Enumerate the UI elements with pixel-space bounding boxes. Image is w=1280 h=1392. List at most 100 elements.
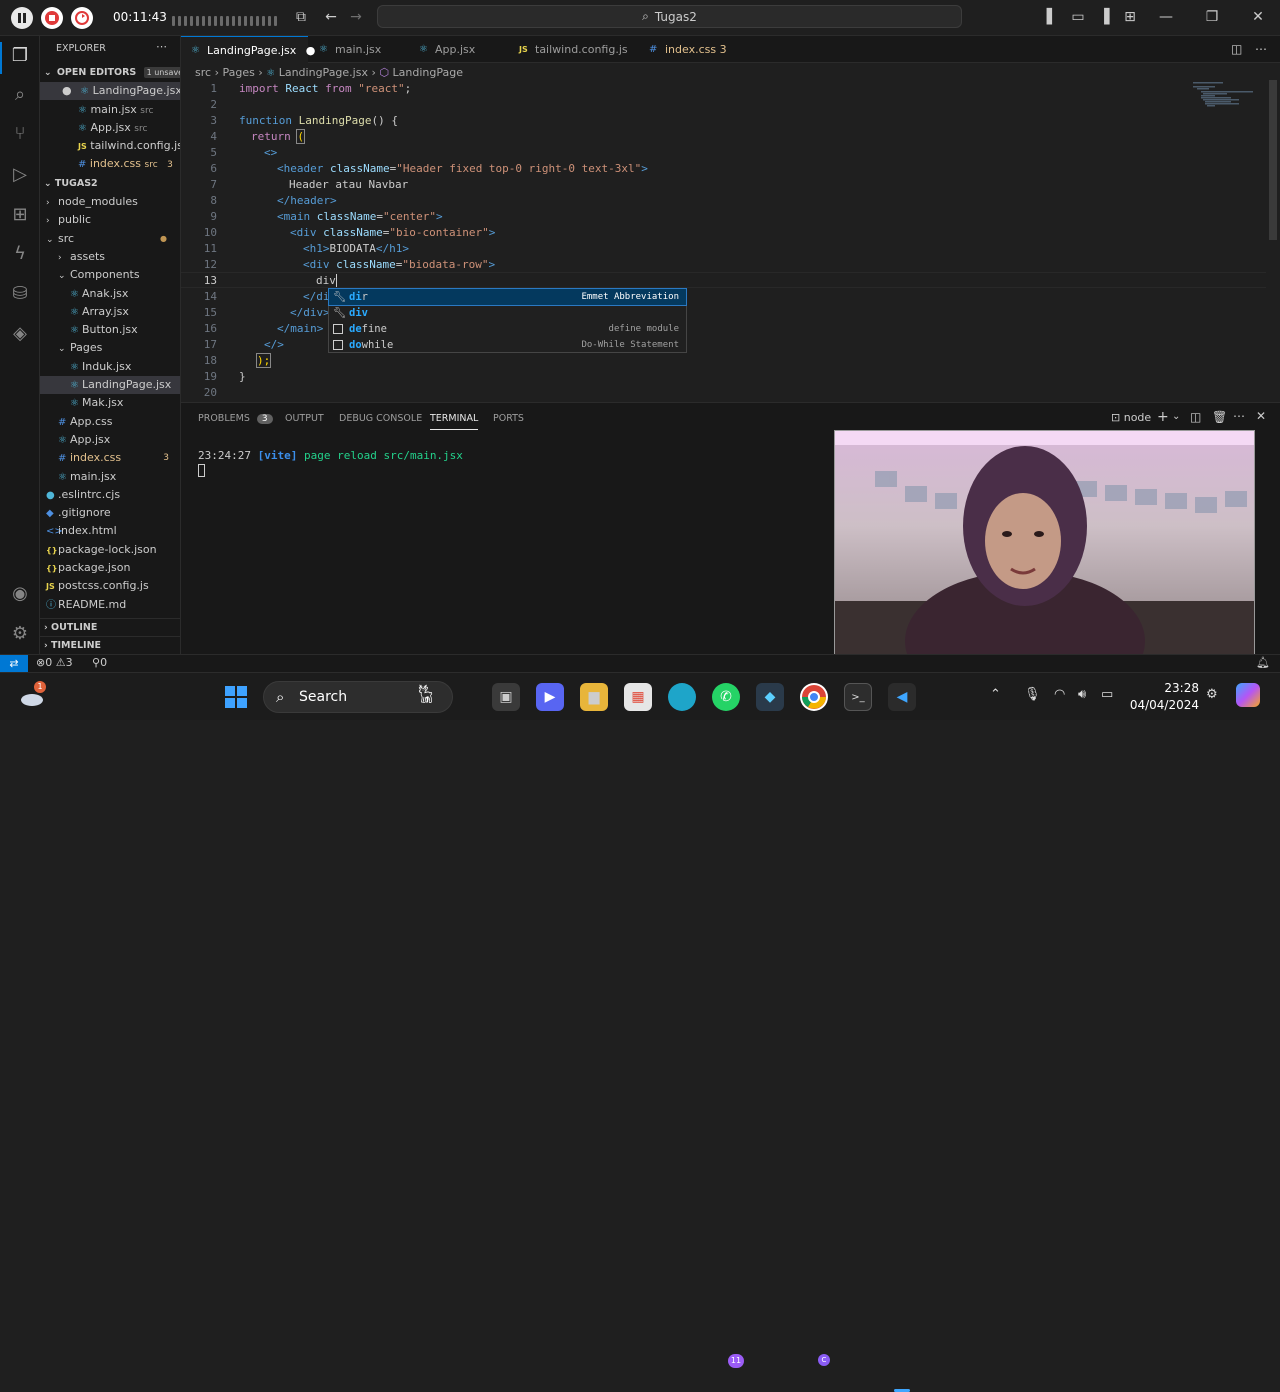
open-editor-item[interactable]: # index.css src 3 bbox=[40, 155, 180, 173]
bolt-icon[interactable]: ϟ bbox=[8, 242, 32, 266]
customize-layout-icon[interactable]: ⊞ bbox=[1121, 9, 1139, 25]
open-editor-item[interactable]: JS tailwind.config.js bbox=[40, 137, 180, 155]
project-header[interactable]: ⌄ TUGAS2 bbox=[40, 175, 180, 193]
back-arrow-icon[interactable]: ← bbox=[322, 9, 340, 25]
more-actions-icon[interactable]: ⋯ bbox=[1255, 42, 1267, 56]
tab-ports[interactable]: PORTS bbox=[493, 413, 524, 424]
breadcrumb-item[interactable]: src bbox=[195, 66, 211, 79]
meet-app-icon[interactable]: ▶ bbox=[536, 683, 564, 711]
tree-item[interactable]: › node_modules bbox=[40, 193, 180, 211]
minimize-icon[interactable]: — bbox=[1157, 9, 1175, 25]
tab-app[interactable]: ⚛ App.jsx bbox=[409, 36, 509, 63]
tab-index-css[interactable]: # index.css 3 bbox=[639, 36, 739, 63]
tab-output[interactable]: OUTPUT bbox=[285, 413, 324, 424]
tree-item[interactable]: ⚛ App.jsx bbox=[40, 431, 180, 449]
terminal-app-icon[interactable]: ◆ bbox=[756, 683, 784, 711]
clock-date[interactable]: 04/04/2024 bbox=[1120, 698, 1199, 712]
microphone-icon[interactable]: 🎙︎ bbox=[1024, 687, 1041, 702]
tree-item[interactable]: <>index.html bbox=[40, 522, 180, 540]
wifi-icon[interactable]: ◠ bbox=[1054, 687, 1065, 702]
chrome-browser-icon[interactable] bbox=[800, 683, 828, 711]
vscode-icon[interactable]: ◀ bbox=[888, 683, 916, 711]
ports-status[interactable]: ⚲0 bbox=[92, 656, 107, 669]
close-panel-icon[interactable]: ✕ bbox=[1256, 409, 1266, 423]
close-icon[interactable]: ✕ bbox=[1249, 9, 1267, 25]
clock-time[interactable]: 23:28 bbox=[1135, 681, 1199, 695]
notifications-bell-icon[interactable]: 🔔︎ bbox=[1256, 656, 1270, 669]
taskbar-search[interactable]: ⌕ Search 🦌︎ bbox=[263, 681, 453, 713]
layers-icon[interactable]: ◈ bbox=[8, 322, 32, 346]
tree-item[interactable]: › assets bbox=[40, 248, 180, 266]
tree-item[interactable]: ● .eslintrc.cjs bbox=[40, 486, 180, 504]
pause-recording-button[interactable] bbox=[11, 7, 33, 29]
forward-arrow-icon[interactable]: → bbox=[347, 9, 365, 25]
split-editor-icon[interactable]: ◫ bbox=[1231, 42, 1242, 56]
more-actions-icon[interactable]: ⋯ bbox=[156, 40, 167, 53]
settings-gear-icon[interactable]: ⚙ bbox=[8, 622, 32, 646]
toggle-panel-icon[interactable]: ▭ bbox=[1069, 9, 1087, 25]
explorer-icon[interactable]: ❐ bbox=[8, 44, 32, 68]
file-explorer-icon[interactable]: ▆ bbox=[580, 683, 608, 711]
more-actions-icon[interactable]: ⋯ bbox=[1233, 409, 1245, 423]
minimap[interactable] bbox=[1193, 80, 1263, 120]
run-debug-icon[interactable]: ▷ bbox=[8, 163, 32, 187]
suggestion-item[interactable]: 🔧︎ div bbox=[329, 305, 686, 321]
tab-landingpage[interactable]: ⚛ LandingPage.jsx ● bbox=[181, 36, 315, 63]
source-control-icon[interactable]: ⑂ bbox=[8, 122, 32, 146]
tree-item[interactable]: ⚛ Induk.jsx bbox=[40, 358, 180, 376]
volume-icon[interactable]: 🔊︎ bbox=[1078, 687, 1086, 702]
tab-main[interactable]: ⚛ main.jsx bbox=[309, 36, 409, 63]
tree-item[interactable]: ◆ .gitignore bbox=[40, 504, 180, 522]
toggle-secondary-sidebar-icon[interactable]: ▐ bbox=[1095, 9, 1113, 25]
breadcrumb-item[interactable]: LandingPage bbox=[393, 66, 463, 79]
tree-item[interactable]: ⌄ src ● bbox=[40, 230, 180, 248]
restart-recording-button[interactable] bbox=[71, 7, 93, 29]
open-editor-item[interactable]: ⚛ App.jsx src bbox=[40, 119, 180, 137]
terminal-output[interactable]: 23:24:27 [vite] page reload src/main.jsx bbox=[198, 449, 463, 462]
windows-start-icon[interactable] bbox=[222, 683, 250, 711]
tree-item[interactable]: ⓘ README.md bbox=[40, 596, 180, 614]
tree-item[interactable]: {}package-lock.json bbox=[40, 541, 180, 559]
whatsapp-icon[interactable]: ✆ bbox=[712, 683, 740, 711]
tree-item[interactable]: › public bbox=[40, 211, 180, 229]
restore-icon[interactable]: ❐ bbox=[1203, 9, 1221, 25]
store-icon[interactable]: ▦ bbox=[624, 683, 652, 711]
tree-item[interactable]: ⚛ LandingPage.jsx bbox=[40, 376, 180, 394]
stop-recording-button[interactable] bbox=[41, 7, 63, 29]
suggestion-item[interactable]: define define module bbox=[329, 321, 686, 337]
tab-terminal[interactable]: TERMINAL bbox=[430, 413, 479, 430]
suggestion-item[interactable]: 🔧︎ dir Emmet Abbreviation bbox=[328, 288, 687, 306]
tree-item[interactable]: ⚛ Button.jsx bbox=[40, 321, 180, 339]
tree-item[interactable]: ⚛ Array.jsx bbox=[40, 303, 180, 321]
trash-icon[interactable]: 🗑︎ bbox=[1212, 410, 1227, 424]
tab-tailwind-config[interactable]: JS tailwind.config.js bbox=[509, 36, 637, 63]
webcam-toggle-icon[interactable]: ⧉ bbox=[292, 9, 310, 25]
account-icon[interactable]: ◉ bbox=[8, 582, 32, 606]
tree-item[interactable]: # App.css bbox=[40, 413, 180, 431]
breadcrumb-item[interactable]: LandingPage.jsx bbox=[279, 66, 368, 79]
suggestion-item[interactable]: dowhile Do-While Statement bbox=[329, 337, 686, 353]
tree-item[interactable]: JS postcss.config.js bbox=[40, 577, 180, 595]
outline-header[interactable]: › OUTLINE bbox=[40, 618, 180, 636]
tab-debug-console[interactable]: DEBUG CONSOLE bbox=[339, 413, 422, 424]
command-center[interactable]: ⌕ Tugas2 bbox=[377, 5, 962, 28]
breadcrumb-item[interactable]: Pages bbox=[222, 66, 254, 79]
show-hidden-icons-icon[interactable]: ⌃ bbox=[990, 687, 1001, 702]
extensions-icon[interactable]: ⊞ bbox=[8, 203, 32, 227]
tree-item[interactable]: ⚛ main.jsx bbox=[40, 468, 180, 486]
battery-icon[interactable]: ▭ bbox=[1101, 687, 1113, 702]
tab-problems[interactable]: PROBLEMS 3 bbox=[198, 413, 273, 424]
tree-item[interactable]: ⌄ Pages bbox=[40, 339, 180, 357]
tree-item[interactable]: # index.css 3 bbox=[40, 449, 180, 467]
tree-item[interactable]: ⌄ Components bbox=[40, 266, 180, 284]
notification-icon[interactable]: ⚙ bbox=[1206, 687, 1218, 702]
edge-browser-icon[interactable] bbox=[668, 683, 696, 711]
problems-status[interactable]: ⊗0 ⚠3 bbox=[36, 656, 73, 669]
tree-item[interactable]: ⚛ Mak.jsx bbox=[40, 394, 180, 412]
timeline-header[interactable]: › TIMELINE bbox=[40, 636, 180, 654]
editor-scrollbar[interactable] bbox=[1269, 80, 1277, 240]
tree-item[interactable]: ⚛ Anak.jsx bbox=[40, 285, 180, 303]
toggle-primary-sidebar-icon[interactable]: ▌ bbox=[1043, 9, 1061, 25]
open-editors-header[interactable]: ⌄ OPEN EDITORS 1 unsaved bbox=[40, 64, 180, 82]
cmd-icon[interactable]: >_ bbox=[844, 683, 872, 711]
